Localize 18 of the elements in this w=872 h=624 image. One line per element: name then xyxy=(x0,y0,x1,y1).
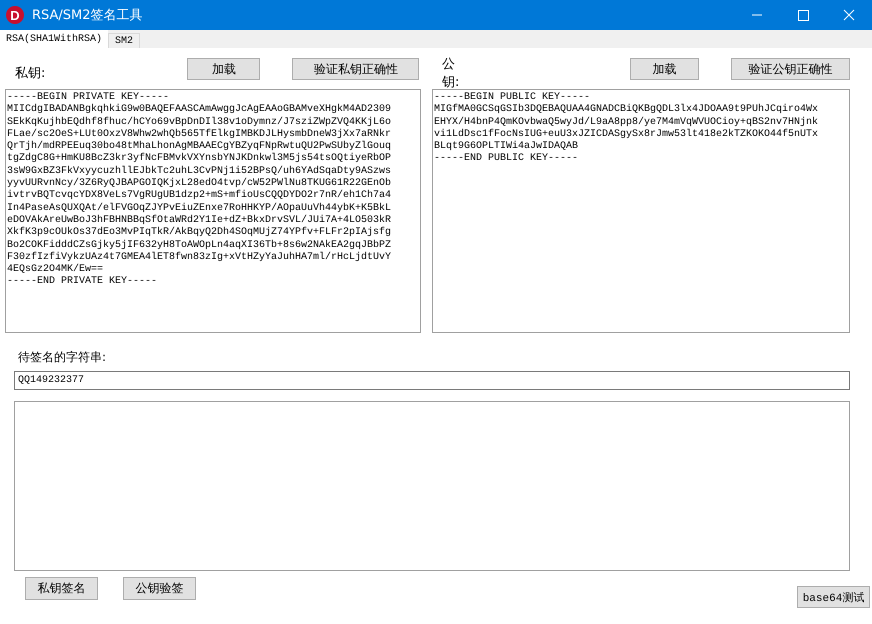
sign-button[interactable]: 私钥签名 xyxy=(25,577,98,600)
verify-button[interactable]: 验证私钥正确性 xyxy=(292,58,420,80)
load-button[interactable]: 加载 xyxy=(187,58,260,80)
app-icon: D xyxy=(6,6,24,24)
private-key-field[interactable]: -----BEGIN PRIVATE KEY----- MIICdgIBADANBgkqhkiG9w0BAQEFAASCAmAwggJcAgEAAoGBAMveXHgkM4AD2309 SEkKqKujhbEQdhf8fhuc/hCYo69vBpDnDIl38v1oDymnz/J7sziZWpZVQ4KKjL6o FLae/sc2OeS+LUt0OxzV8Whw2whQb565TfElkgIMBKDJLHysmbDneW3jXx7aRNkr QrTjh/mdRPEEuq30bo48tMhaLhonAgMBAAECgYBZyqFNpRwtuQU2PwSUbyZlGouq tgZdgC8G+HmKU8BcZ3kr3yfNcFBMvkVXYnsbYNJKDnkwl3M5js54tsOQtiyeRbOP 3sW9GxBZ3FkVxyycuzhllEJbkTc2uhL3CvPNj1i52BPsQ/uh6YAdSqaDty9ASzws yyvUURvnNcy/3Z6RyQJBAPGOIQKjxL28edO4tvp/cW52PWlNu8TKUG61R22GEnOb ivtrvBQTcvqcYDX8VeLs7VgRUgUB1dzp2+mS+mfioUsCQQDYDO2r7nR/eh1Ch7a4 In4PaseAsQUXQAt/elFVGOqZJYPvEiuZEnxe7RoHHKYP/AOpaUuVh44ybK+K5BkL eDOVAkAreUwBoJ3hFBHNBBqSfOtaWRd2Y1Ie+dZ+BkxDrvSVL/JUi7A+4LO503kR XkfK3p9cOUkOs37dEo3MvPIqTkR/AkBqyQ2Dh4SOqMUjZ74YPfv+FLFr2pIAjsfg Bo2COKFidddCZsGjky5jIF632yH8ToAWOpLn4aqXI36Tb+8s6w2NAkEA2gqJBbPZ F30zfIzfiVykzUAz4t7GMEA4lET8fwn83zIg+xVtHZyYaJuhHA7ml/rHcLjdtUvY 4EQsGz2O4MK/Ew== -----END PRIVATE KEY----- xyxy=(5,89,421,333)
verify-signature-button[interactable]: 公钥验签 xyxy=(123,577,196,600)
input-field[interactable]: QQ149232377 xyxy=(14,371,850,390)
tab[interactable]: SM2 xyxy=(108,33,140,48)
result-field[interactable] xyxy=(14,401,850,571)
input-label: 待签名的字符串: xyxy=(18,349,108,366)
public-key-label: 公钥: xyxy=(442,56,460,91)
verify-button[interactable]: 验证公钥正确性 xyxy=(731,58,850,80)
load-button[interactable]: 加载 xyxy=(630,58,700,80)
window-title: RSA/SM2签名工具 xyxy=(32,7,143,24)
test-button[interactable]: base64测试 xyxy=(797,586,870,608)
tab[interactable]: RSA(SHA1WithRSA) xyxy=(0,30,108,48)
private-key-label: 私钥: xyxy=(15,65,46,82)
public-key-field[interactable]: -----BEGIN PUBLIC KEY----- MIGfMA0GCSqGSIb3DQEBAQUAA4GNADCBiQKBgQDL3lx4JDOAA9t9PUhJCqiro4Wx EHYX/H4bnP4QmKOvbwaQ5wyJd/L9aA8pp8/ye7M4mVqWVUOCioy+qBS2nv7HNjnk vi1LdDsc1fFocNsIUG+euU3xJZICDASgySx8rJmw53lt418e2kTZKOKO44f5nUTx BLqt9G6OPLTIWi4aJwIDAQAB -----END PUBLIC KEY----- xyxy=(432,89,850,333)
